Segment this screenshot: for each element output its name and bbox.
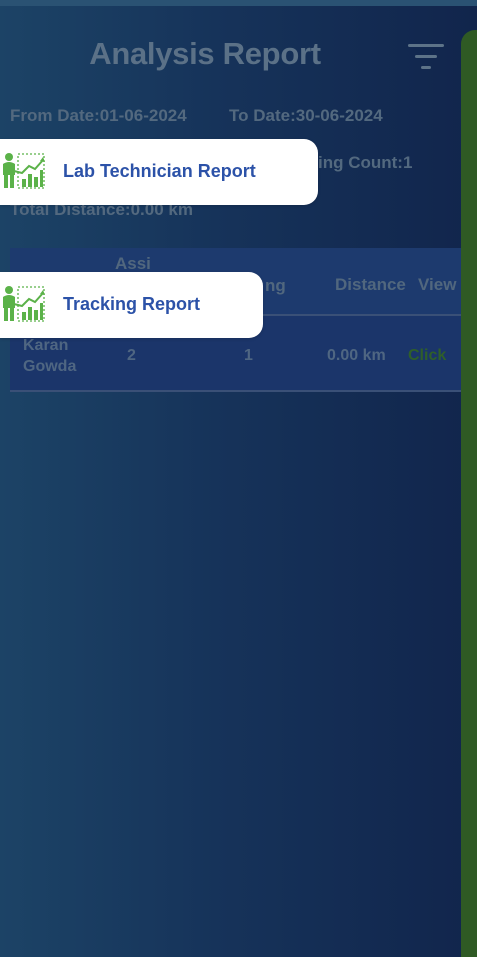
drawer-scrim-panel xyxy=(461,30,477,957)
to-date: To Date:30-06-2024 xyxy=(229,106,383,125)
from-date: From Date:01-06-2024 xyxy=(10,106,187,125)
pending-value: 1 xyxy=(244,347,253,364)
menu-item-label: Tracking Report xyxy=(63,294,201,314)
status-bar-strip xyxy=(0,0,477,6)
menu-item-lab-technician-report[interactable]: Lab Technician Report xyxy=(0,139,318,205)
assigned-count: 2 xyxy=(127,347,136,364)
view-click-link[interactable]: Click xyxy=(408,345,446,366)
analytics-person-icon xyxy=(3,286,45,322)
analytics-person-icon xyxy=(3,153,45,189)
pending-count: ing Count:1 xyxy=(318,153,413,172)
distance-value: 0.00 km xyxy=(327,347,386,364)
technician-name: Karan Gowda xyxy=(23,337,77,375)
menu-item-tracking-report[interactable]: Tracking Report xyxy=(0,272,263,338)
filter-icon[interactable] xyxy=(406,42,446,74)
column-header-pending: ng xyxy=(265,276,286,295)
column-header-view: View xyxy=(418,275,457,294)
menu-item-label: Lab Technician Report xyxy=(63,161,256,181)
column-header-assigned: Assi xyxy=(115,254,151,273)
column-header-distance: Distance xyxy=(335,275,406,294)
page-title: Analysis Report xyxy=(89,36,321,71)
